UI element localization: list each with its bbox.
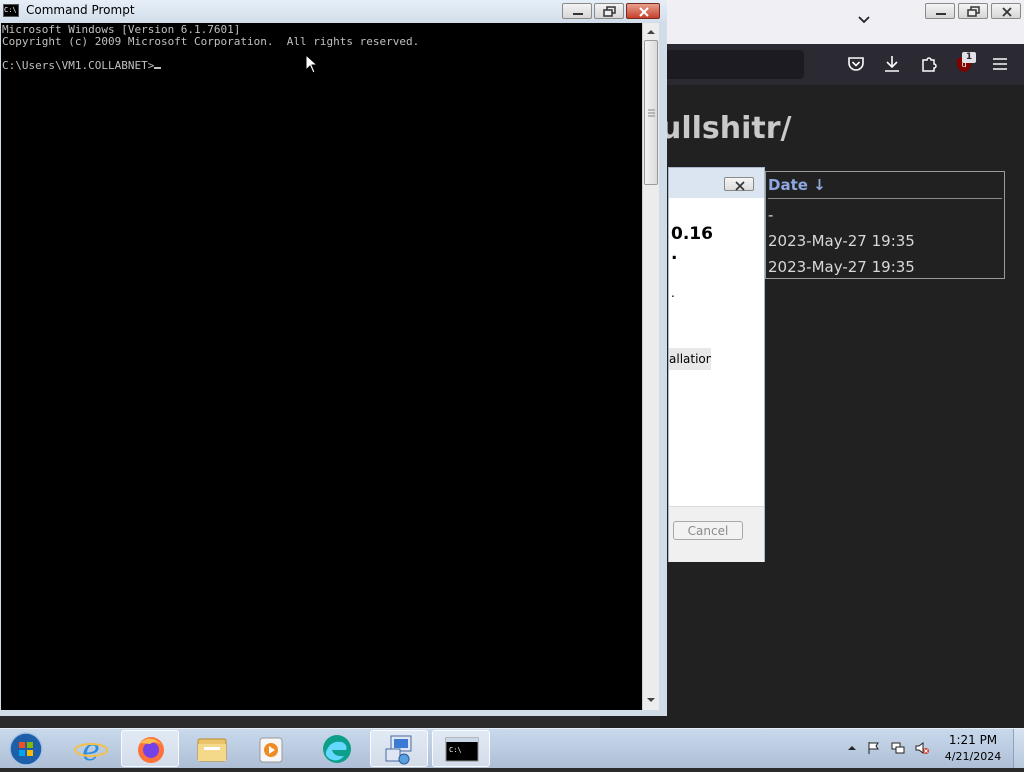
minimize-icon bbox=[936, 13, 946, 15]
console-prompt: C:\Users\VM1.COLLABNET> bbox=[2, 59, 155, 72]
scroll-down-arrow-icon[interactable] bbox=[646, 696, 656, 704]
console-prompt-line: C:\Users\VM1.COLLABNET> bbox=[2, 59, 162, 72]
restore-icon bbox=[603, 6, 616, 17]
cmd-restore-button[interactable] bbox=[594, 3, 624, 19]
svg-text:C:\: C:\ bbox=[449, 746, 462, 754]
close-icon bbox=[1002, 7, 1012, 17]
clock-date[interactable]: 4/21/2024 bbox=[940, 750, 1006, 763]
firefox-minimize-button[interactable] bbox=[925, 3, 955, 19]
date-sort-header[interactable]: Date ↓ bbox=[768, 176, 826, 194]
start-orb-icon[interactable] bbox=[6, 730, 46, 768]
table-row-date: - bbox=[768, 206, 774, 224]
taskbar: e C:\ 1:21 PM 4/21/2024 bbox=[0, 728, 1024, 768]
dialog-text-fragment: . bbox=[671, 244, 678, 264]
edge-icon bbox=[323, 735, 351, 763]
scrollbar-thumb[interactable] bbox=[644, 40, 658, 185]
scroll-up-arrow-icon[interactable] bbox=[646, 28, 656, 36]
table-row-date: 2023-May-27 19:35 bbox=[768, 232, 915, 250]
extensions-puzzle-icon[interactable] bbox=[919, 54, 939, 74]
cmd-app-icon[interactable]: C:\ bbox=[3, 4, 19, 17]
restore-icon bbox=[967, 6, 980, 17]
dialog-footer: Cancel bbox=[669, 506, 764, 562]
console-output[interactable]: Microsoft Windows [Version 6.1.7601] Cop… bbox=[1, 23, 642, 710]
table-divider bbox=[768, 198, 1002, 199]
volume-muted-icon[interactable] bbox=[915, 741, 929, 755]
media-player-icon bbox=[259, 737, 283, 763]
firefox-restore-button[interactable] bbox=[958, 3, 988, 19]
page-heading: ullshitr/ bbox=[660, 111, 792, 146]
taskbar-file-explorer[interactable] bbox=[183, 730, 241, 767]
action-center-flag-icon[interactable] bbox=[867, 741, 881, 755]
command-prompt-icon: C:\ bbox=[445, 737, 479, 762]
taskbar-command-prompt[interactable]: C:\ bbox=[432, 730, 490, 767]
cmd-minimize-button[interactable] bbox=[562, 3, 592, 19]
minimize-icon bbox=[573, 13, 583, 15]
internet-explorer-icon: e bbox=[74, 733, 108, 768]
taskbar-edge[interactable] bbox=[308, 730, 366, 767]
dialog-text-fragment: . bbox=[671, 286, 675, 300]
close-icon bbox=[735, 181, 745, 191]
dialog-version-text: 0.16 bbox=[671, 224, 713, 244]
installation-button[interactable]: allation bbox=[669, 348, 711, 370]
folder-icon bbox=[197, 738, 227, 762]
hamburger-menu-icon[interactable] bbox=[990, 54, 1010, 74]
console-line: Copyright (c) 2009 Microsoft Corporation… bbox=[2, 35, 420, 48]
window-title: Command Prompt bbox=[26, 3, 135, 17]
dialog-titlebar bbox=[669, 168, 764, 198]
pocket-icon[interactable] bbox=[846, 54, 866, 74]
list-all-tabs-chevron-icon[interactable] bbox=[856, 12, 872, 28]
close-icon bbox=[639, 7, 649, 17]
file-listing-table: Date ↓ - 2023-May-27 19:35 2023-May-27 1… bbox=[765, 171, 1005, 279]
downloads-icon[interactable] bbox=[882, 54, 902, 74]
svg-text:e: e bbox=[82, 733, 100, 767]
mouse-pointer-icon bbox=[305, 54, 319, 74]
cmd-titlebar[interactable]: C:\ Command Prompt bbox=[0, 0, 667, 22]
network-computer-icon bbox=[385, 735, 412, 765]
firefox-icon bbox=[138, 737, 164, 763]
grip-icon bbox=[648, 109, 655, 117]
taskbar-internet-explorer[interactable]: e bbox=[62, 730, 120, 768]
command-prompt-window: C:\ Command Prompt Microsoft Windows [Ve… bbox=[0, 0, 667, 716]
dialog-close-button[interactable] bbox=[724, 177, 754, 191]
vertical-scrollbar[interactable] bbox=[642, 23, 659, 710]
show-hidden-icons-arrow-icon[interactable] bbox=[845, 741, 859, 755]
text-cursor bbox=[154, 67, 162, 69]
taskbar-media-player[interactable] bbox=[242, 730, 300, 767]
installer-dialog: 0.16 . . allation Cancel bbox=[668, 167, 765, 562]
extension-badge: 1 bbox=[962, 52, 976, 63]
firefox-close-button[interactable] bbox=[991, 3, 1021, 19]
taskbar-firefox[interactable] bbox=[121, 730, 179, 767]
show-desktop-button[interactable] bbox=[1013, 729, 1024, 768]
taskbar-network-tool[interactable] bbox=[370, 730, 428, 767]
cancel-button[interactable]: Cancel bbox=[673, 521, 743, 540]
cmd-close-button[interactable] bbox=[626, 3, 660, 19]
clock-time[interactable]: 1:21 PM bbox=[940, 733, 1006, 747]
table-row-date: 2023-May-27 19:35 bbox=[768, 258, 915, 276]
network-icon[interactable] bbox=[891, 741, 905, 755]
